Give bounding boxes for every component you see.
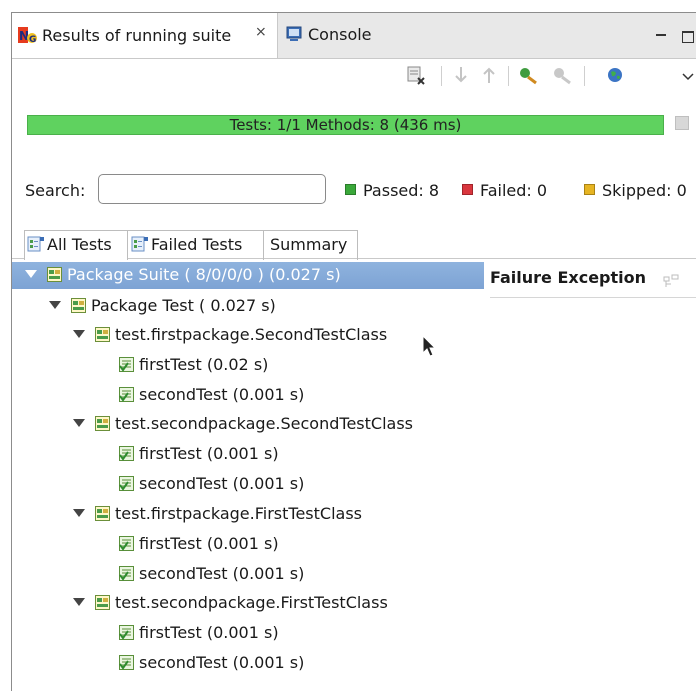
tree-icon (27, 236, 44, 252)
svg-text:G: G (29, 35, 36, 44)
expand-arrow-icon[interactable] (73, 598, 85, 606)
tree-row-test[interactable]: Package Test ( 0.027 s) (49, 293, 276, 319)
copy-stacktrace-icon[interactable] (663, 273, 679, 289)
maximize-button[interactable] (682, 31, 694, 43)
tree-icon (131, 236, 148, 252)
testng-icon: N G (18, 27, 37, 44)
tree-label-method: secondTest (0.001 s) (139, 653, 305, 672)
tab-summary[interactable]: Summary (270, 235, 347, 262)
rerun-icon[interactable] (517, 64, 539, 86)
expand-arrow-icon[interactable] (73, 509, 85, 517)
test-icon (71, 298, 86, 313)
failed-count: Failed: 0 (462, 181, 547, 200)
method-passed-icon (119, 476, 134, 491)
method-passed-icon (119, 357, 134, 372)
tree-row-suite-content: Package Suite ( 8/0/0/0 ) (0.027 s) (25, 262, 341, 288)
tree-row-class[interactable]: test.firstpackage.SecondTestClass (73, 322, 387, 348)
close-icon[interactable]: ⨯ (255, 24, 267, 40)
tree-label-class: test.secondpackage.SecondTestClass (115, 414, 413, 433)
tree-row-method[interactable]: secondTest (0.001 s) (119, 561, 304, 587)
method-passed-icon (119, 655, 134, 670)
minimize-button[interactable] (656, 34, 666, 36)
method-passed-icon (119, 387, 134, 402)
tree-row-method[interactable]: secondTest (0.001 s) (119, 650, 304, 676)
method-passed-icon (119, 446, 134, 461)
tree-label-method: firstTest (0.001 s) (139, 623, 279, 642)
failure-exception-title: Failure Exception (490, 268, 647, 287)
class-icon (95, 595, 110, 610)
previous-failure-icon[interactable] (479, 64, 499, 86)
passed-icon (345, 184, 356, 195)
tree-label-method: secondTest (0.001 s) (139, 564, 305, 583)
progress-end-indicator (675, 116, 689, 130)
tab-console-label: Console (308, 25, 372, 44)
failed-icon (462, 184, 473, 195)
tree-label-suite: Package Suite ( 8/0/0/0 ) (0.027 s) (67, 265, 341, 284)
expand-arrow-icon[interactable] (49, 301, 61, 309)
tree-row-method[interactable]: firstTest (0.02 s) (119, 352, 268, 378)
view-menu-icon[interactable] (682, 66, 694, 88)
tab-results-label: Results of running suite (42, 26, 232, 45)
search-label: Search: (25, 181, 86, 200)
tree-row-method[interactable]: firstTest (0.001 s) (119, 531, 279, 557)
tree-row-suite[interactable]: Package Suite ( 8/0/0/0 ) (0.027 s) (12, 262, 484, 289)
skipped-label: Skipped: 0 (602, 181, 687, 200)
method-passed-icon (119, 536, 134, 551)
tab-all-tests-label: All Tests (47, 235, 112, 254)
tab-failed-tests[interactable]: Failed Tests (131, 235, 242, 262)
console-icon (286, 26, 302, 41)
toolbar-separator (441, 66, 442, 86)
tree-label-class: test.firstpackage.FirstTestClass (115, 504, 362, 523)
class-icon (95, 327, 110, 342)
skipped-icon (584, 184, 595, 195)
tree-label-method: firstTest (0.001 s) (139, 534, 279, 553)
expand-arrow-icon[interactable] (25, 270, 37, 278)
tree-row-class[interactable]: test.secondpackage.SecondTestClass (73, 411, 413, 437)
tree-row-method[interactable]: secondTest (0.001 s) (119, 471, 304, 497)
tree-label-class: test.firstpackage.SecondTestClass (115, 325, 388, 344)
rerun-failed-icon[interactable] (551, 64, 573, 86)
tree-label-method: secondTest (0.001 s) (139, 385, 305, 404)
view-tab-bar: N G Results of running suite ⨯ Console (12, 13, 696, 59)
tree-label-method: firstTest (0.02 s) (139, 355, 269, 374)
tree-row-method[interactable]: firstTest (0.001 s) (119, 620, 279, 646)
globe-icon[interactable] (604, 64, 626, 86)
progress-bar: Tests: 1/1 Methods: 8 (436 ms) (27, 115, 664, 135)
tree-label-method: firstTest (0.001 s) (139, 444, 279, 463)
toolbar-separator (584, 66, 585, 86)
tab-results[interactable]: N G Results of running suite ⨯ (12, 13, 278, 58)
mouse-cursor-icon (422, 335, 437, 357)
search-input[interactable] (98, 174, 326, 204)
expand-arrow-icon[interactable] (73, 330, 85, 338)
tab-summary-label: Summary (270, 235, 348, 254)
tab-failed-tests-label: Failed Tests (151, 235, 243, 254)
tree-row-class[interactable]: test.secondpackage.FirstTestClass (73, 590, 388, 616)
class-icon (95, 506, 110, 521)
next-failure-icon[interactable] (451, 64, 471, 86)
tree-row-method[interactable]: secondTest (0.001 s) (119, 382, 304, 408)
failure-panel-divider (490, 297, 696, 298)
passed-label: Passed: 8 (363, 181, 440, 200)
tree-label-class: test.secondpackage.FirstTestClass (115, 593, 388, 612)
method-passed-icon (119, 566, 134, 581)
progress-text: Tests: 1/1 Methods: 8 (436 ms) (229, 116, 462, 134)
toolbar-separator (508, 66, 509, 86)
tree-label-method: secondTest (0.001 s) (139, 474, 305, 493)
skipped-count: Skipped: 0 (584, 181, 687, 200)
tab-all-tests[interactable]: All Tests (27, 235, 112, 262)
class-icon (95, 416, 110, 431)
expand-arrow-icon[interactable] (73, 419, 85, 427)
method-passed-icon (119, 625, 134, 640)
passed-count: Passed: 8 (345, 181, 439, 200)
clear-results-icon[interactable] (405, 64, 427, 86)
tree-row-method[interactable]: firstTest (0.001 s) (119, 441, 279, 467)
suite-icon (47, 267, 62, 282)
tree-row-class[interactable]: test.firstpackage.FirstTestClass (73, 501, 362, 527)
failed-label: Failed: 0 (480, 181, 548, 200)
tree-label-test: Package Test ( 0.027 s) (91, 296, 276, 315)
